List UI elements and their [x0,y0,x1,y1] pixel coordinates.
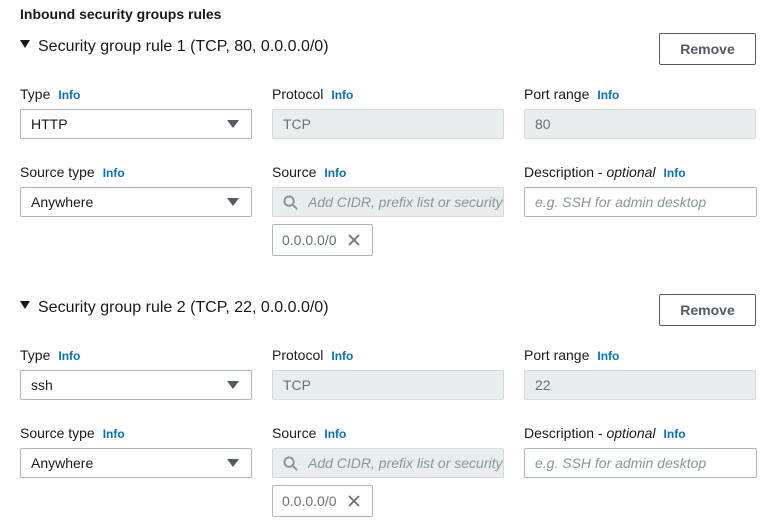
source-type-label-row: Source type Info [20,164,125,182]
description-label: Description - optional [524,425,656,441]
protocol-value: TCP [283,116,311,132]
port-range-label: Port range [524,347,590,363]
type-select[interactable]: HTTP [20,109,252,139]
description-label-row: Description - optional Info [524,164,686,182]
type-label: Type [20,86,51,102]
description-label: Description - optional [524,164,656,180]
source-info-link[interactable]: Info [324,427,346,441]
protocol-field: TCP [272,109,504,139]
search-icon [283,455,298,471]
source-search-placeholder: Add CIDR, prefix list or security group [308,455,503,471]
chevron-down-icon [227,381,239,389]
port-range-label-row: Port range Info [524,347,619,365]
source-label: Source [272,164,317,180]
protocol-label: Protocol [272,347,324,363]
port-range-value: 22 [535,377,551,393]
protocol-label: Protocol [272,86,324,102]
close-icon[interactable] [347,494,361,508]
port-range-info-link[interactable]: Info [597,88,619,102]
remove-button[interactable]: Remove [659,294,756,326]
description-info-link[interactable]: Info [664,427,686,441]
protocol-info-link[interactable]: Info [331,349,353,363]
source-type-select-value: Anywhere [31,455,94,471]
type-label-row: Type Info [20,347,80,365]
source-type-select-value: Anywhere [31,194,94,210]
source-token: 0.0.0.0/0 [272,224,373,256]
description-input[interactable] [524,448,757,478]
type-info-link[interactable]: Info [58,88,80,102]
inbound-rules-panel: Inbound security groups rules Security g… [0,0,773,523]
security-group-rule-2: Security group rule 2 (TCP, 22, 0.0.0.0/… [0,261,773,521]
source-info-link[interactable]: Info [324,166,346,180]
port-range-field: 22 [524,370,756,400]
type-label: Type [20,347,51,363]
source-type-info-link[interactable]: Info [103,427,125,441]
protocol-field: TCP [272,370,504,400]
remove-button[interactable]: Remove [659,33,756,65]
source-search-input[interactable]: Add CIDR, prefix list or security group [272,187,504,217]
port-range-field: 80 [524,109,756,139]
source-type-label: Source type [20,164,95,180]
port-range-label-row: Port range Info [524,86,619,104]
protocol-label-row: Protocol Info [272,347,353,365]
port-range-info-link[interactable]: Info [597,349,619,363]
rule-header[interactable]: Security group rule 2 (TCP, 22, 0.0.0.0/… [20,294,329,322]
chevron-down-icon [227,459,239,467]
description-label-row: Description - optional Info [524,425,686,443]
description-input[interactable] [524,187,757,217]
rule-title: Security group rule 1 (TCP, 80, 0.0.0.0/… [38,38,329,55]
rule-header[interactable]: Security group rule 1 (TCP, 80, 0.0.0.0/… [20,33,329,61]
protocol-info-link[interactable]: Info [331,88,353,102]
type-select-value: ssh [31,377,53,393]
source-type-info-link[interactable]: Info [103,166,125,180]
source-token-label: 0.0.0.0/0 [282,493,337,509]
search-icon [283,194,298,210]
chevron-down-icon [227,120,239,128]
source-type-select[interactable]: Anywhere [20,187,252,217]
port-range-label: Port range [524,86,590,102]
caret-down-icon[interactable] [20,301,30,309]
close-icon[interactable] [347,233,361,247]
source-token-label: 0.0.0.0/0 [282,232,337,248]
source-type-label-row: Source type Info [20,425,125,443]
chevron-down-icon [227,198,239,206]
source-label-row: Source Info [272,425,346,443]
source-label: Source [272,425,317,441]
source-type-label: Source type [20,425,95,441]
caret-down-icon[interactable] [20,40,30,48]
type-info-link[interactable]: Info [58,349,80,363]
protocol-value: TCP [283,377,311,393]
source-search-placeholder: Add CIDR, prefix list or security group [308,194,503,210]
description-info-link[interactable]: Info [664,166,686,180]
source-type-select[interactable]: Anywhere [20,448,252,478]
port-range-value: 80 [535,116,551,132]
rule-title: Security group rule 2 (TCP, 22, 0.0.0.0/… [38,299,329,316]
source-search-input[interactable]: Add CIDR, prefix list or security group [272,448,504,478]
type-select[interactable]: ssh [20,370,252,400]
protocol-label-row: Protocol Info [272,86,353,104]
source-label-row: Source Info [272,164,346,182]
security-group-rule-1: Security group rule 1 (TCP, 80, 0.0.0.0/… [0,0,773,260]
type-select-value: HTTP [31,116,68,132]
type-label-row: Type Info [20,86,80,104]
source-token: 0.0.0.0/0 [272,485,373,517]
